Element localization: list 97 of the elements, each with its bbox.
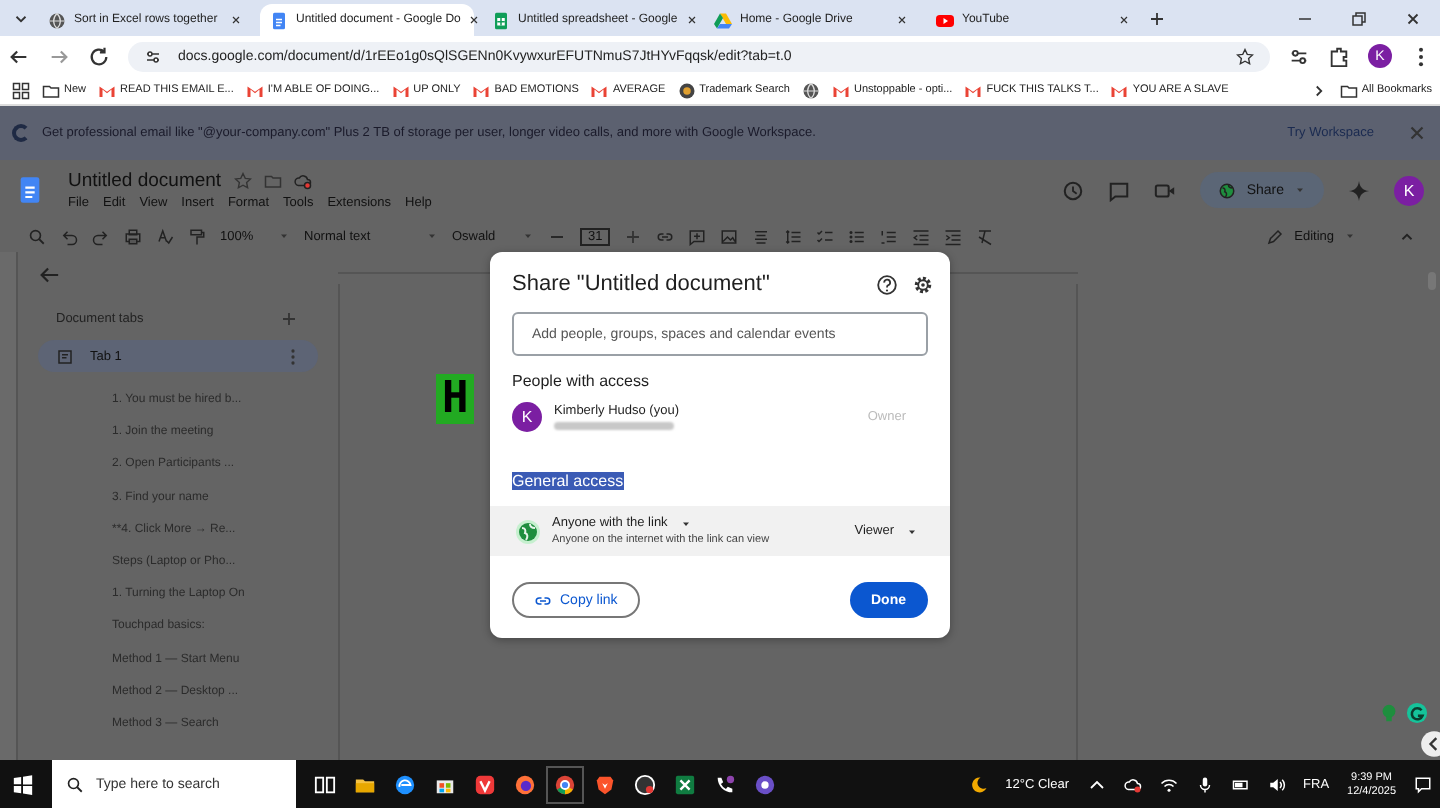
apps-icon[interactable] [12,81,30,99]
caret-icon [1294,184,1306,196]
video-icon[interactable] [1154,179,1177,201]
caret-icon [426,230,438,242]
wifi-icon[interactable] [1159,775,1178,793]
person-avatar: K [512,402,542,432]
section-heading: People with access [510,370,651,390]
paint-format-icon[interactable] [188,227,206,245]
speaker-icon[interactable] [1267,775,1286,793]
globe-icon [48,11,66,29]
checklist-icon[interactable] [816,227,835,245]
link-icon[interactable] [656,227,675,245]
close-icon[interactable] [1404,9,1422,27]
highlighted-heading: H [436,374,475,424]
history-icon[interactable] [1062,179,1085,201]
task-view-icon[interactable] [314,773,336,795]
globe-icon [516,519,540,543]
mail-icon [590,81,609,99]
moon-icon[interactable] [969,775,988,793]
site-settings-icon[interactable] [144,47,162,65]
link-icon [534,591,552,609]
profile-avatar[interactable]: K [1394,175,1424,205]
caret-icon [1344,230,1356,242]
align-icon[interactable] [752,227,771,245]
site-settings-icon[interactable] [1288,45,1310,67]
back-icon[interactable] [8,45,30,67]
folder-icon [1339,81,1358,99]
pencil-icon [1266,227,1285,245]
phone-icon[interactable] [714,773,736,795]
mail-icon [964,81,983,99]
back-arrow-icon[interactable] [38,264,60,286]
globe-icon[interactable] [801,81,820,99]
close-icon[interactable] [468,14,481,26]
chevron-icon[interactable] [1420,728,1440,760]
caret-icon [679,517,692,529]
browser-icon[interactable] [514,773,536,795]
close-icon[interactable] [1118,14,1130,26]
caret-icon [278,230,290,242]
spellcheck-icon[interactable] [156,227,174,245]
folder-icon [42,81,60,99]
sparkle-icon[interactable] [1348,179,1370,201]
section-heading: General access [512,472,624,490]
seal-icon [677,81,696,99]
document-icon[interactable] [16,174,44,206]
indent-icon[interactable] [944,227,963,245]
grammar-icon[interactable] [1406,702,1428,724]
search-icon [66,775,84,793]
mail-icon [1110,81,1129,99]
print-icon[interactable] [124,227,142,245]
mail-icon [831,81,850,99]
forward-icon[interactable] [48,45,70,67]
settings-icon[interactable] [912,273,934,295]
line-spacing-icon[interactable] [784,227,803,245]
microphone-icon[interactable] [1195,775,1214,793]
clear-format-icon[interactable] [976,227,995,245]
comment-icon[interactable] [1108,179,1131,201]
reload-icon[interactable] [88,45,110,67]
close-icon[interactable] [230,14,242,26]
dialog-title: Share "Untitled document" [512,272,770,296]
recorder-icon[interactable] [634,773,656,795]
add-comment-icon[interactable] [688,227,707,245]
plus-icon[interactable] [1148,9,1166,27]
caret-icon [522,230,534,242]
notification-icon[interactable] [1414,775,1432,793]
mail-icon [391,81,410,99]
caret-icon [906,525,918,537]
image-icon[interactable] [720,227,739,245]
redo-icon[interactable] [92,227,110,245]
spreadsheet-icon [492,11,510,29]
undo-icon[interactable] [60,227,78,245]
windows-logo-icon[interactable] [12,773,34,795]
drive-icon [714,11,732,29]
play-icon [936,11,954,29]
chevron-icon[interactable] [1087,775,1106,793]
spreadsheet-icon[interactable] [674,773,696,795]
mail-icon [245,81,264,99]
close-icon[interactable] [685,14,698,26]
search-icon[interactable] [28,227,46,245]
mail-icon [98,81,117,99]
globe-icon [1218,181,1237,199]
browser-icon[interactable] [394,773,416,795]
mail-icon [472,81,491,99]
bulleted-list-icon[interactable] [848,227,867,245]
numbered-list-icon[interactable] [880,227,899,245]
battery-icon[interactable] [1231,775,1250,793]
close-icon[interactable] [896,14,908,26]
help-icon[interactable] [876,273,898,295]
restore-icon[interactable] [1350,9,1368,27]
puzzle-icon[interactable] [1328,45,1350,67]
app-icon[interactable] [754,773,776,795]
browser-icon[interactable] [474,773,496,795]
outdent-icon[interactable] [912,227,931,245]
redacted-email [554,422,674,430]
star-icon[interactable] [1236,47,1254,65]
tab-icon [56,347,74,365]
star-icon[interactable] [233,172,252,190]
document-icon [270,11,288,29]
